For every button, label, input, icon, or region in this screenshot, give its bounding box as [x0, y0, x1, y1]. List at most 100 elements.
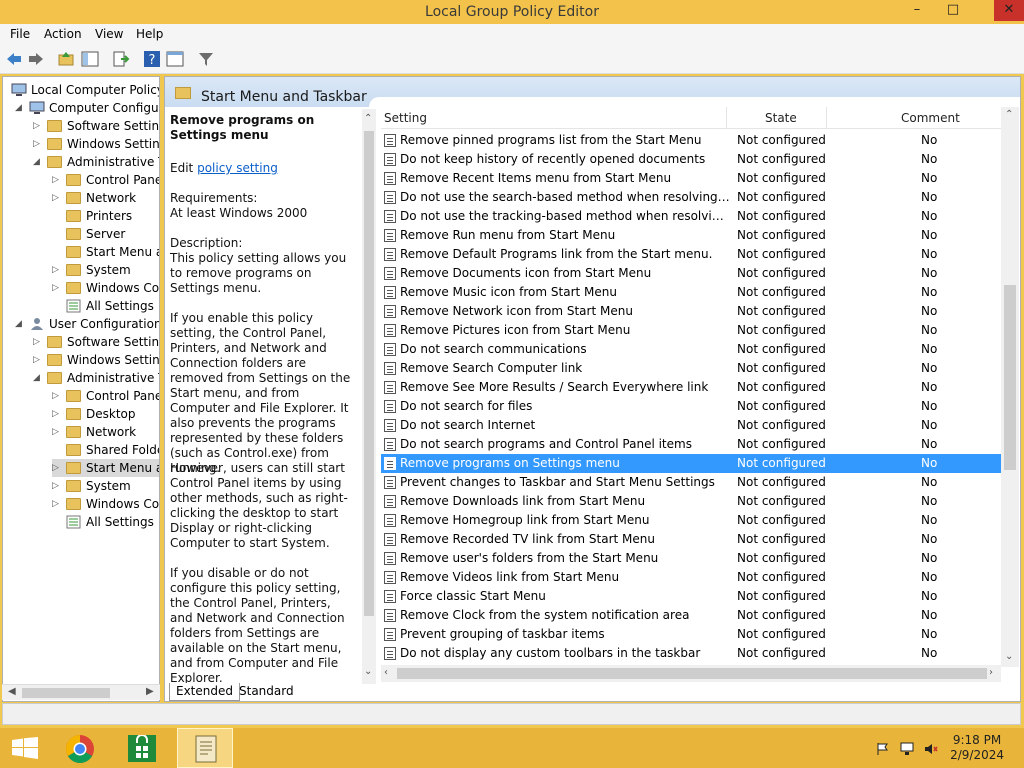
start-button[interactable] [0, 728, 56, 768]
network-icon[interactable] [900, 742, 914, 756]
properties-icon[interactable] [166, 50, 184, 68]
table-row[interactable]: Do not keep history of recently opened d… [381, 150, 1003, 169]
scroll-left-icon[interactable]: ◀ [8, 686, 16, 697]
expand-icon[interactable]: ▷ [52, 279, 62, 297]
forward-arrow-icon[interactable] [27, 50, 45, 68]
all-settings-icon [66, 515, 81, 529]
expand-icon[interactable]: ▷ [52, 171, 62, 189]
setting-name: Remove Videos link from Start Menu [400, 570, 620, 584]
close-button[interactable]: ✕ [994, 0, 1024, 21]
expand-icon[interactable]: ▷ [52, 405, 62, 423]
scroll-up-icon[interactable]: ⌃ [364, 113, 372, 124]
table-row[interactable]: Remove Default Programs link from the St… [381, 245, 1003, 264]
table-row[interactable]: Remove Documents icon from Start Menu Not… [381, 264, 1003, 283]
filter-icon[interactable] [197, 50, 215, 68]
description-scrollbar[interactable]: ⌃ ⌄ [362, 109, 376, 684]
expand-icon[interactable]: ▷ [52, 477, 62, 495]
folder-icon [47, 372, 62, 384]
collapse-icon[interactable]: ◢ [33, 153, 43, 171]
table-row[interactable]: Remove pinned programs list from the Sta… [381, 131, 1003, 150]
taskbar-store[interactable] [115, 728, 171, 768]
column-header-comment[interactable]: Comment [901, 111, 960, 125]
list-vertical-scrollbar[interactable]: ⌃ ⌄ [1001, 107, 1019, 667]
tree-item-user-start-menu-and-taskbar[interactable]: ▷ Start Menu ar [52, 459, 159, 477]
up-folder-icon[interactable] [57, 50, 75, 68]
table-row[interactable]: Remove Recent Items menu from Start Menu… [381, 169, 1003, 188]
scrollbar-thumb[interactable] [397, 668, 987, 679]
tab-standard[interactable]: Standard [233, 683, 300, 701]
expand-icon[interactable]: ▷ [52, 261, 62, 279]
column-header-setting[interactable]: Setting [384, 111, 427, 125]
edit-policy-setting-link[interactable]: policy setting [197, 161, 278, 175]
maximize-button[interactable]: □ [938, 0, 968, 21]
tab-extended[interactable]: Extended [169, 683, 240, 701]
table-row[interactable]: Remove Network icon from Start Menu Not c… [381, 302, 1003, 321]
table-row[interactable]: Remove Homegroup link from Start Menu Not… [381, 511, 1003, 530]
table-row[interactable]: Do not search Internet Not configured No [381, 416, 1003, 435]
menu-view[interactable]: View [95, 27, 123, 41]
table-row[interactable]: Do not search programs and Control Panel… [381, 435, 1003, 454]
back-arrow-icon[interactable] [5, 50, 23, 68]
table-row[interactable]: Force classic Start Menu Not configured No [381, 587, 1003, 606]
help-icon[interactable]: ? [143, 50, 161, 68]
show-hide-tree-icon[interactable] [81, 50, 99, 68]
column-divider[interactable] [826, 107, 827, 129]
scroll-down-icon[interactable]: ⌄ [1005, 651, 1013, 662]
table-row[interactable]: Remove Run menu from Start Menu Not confi… [381, 226, 1003, 245]
table-row[interactable]: Do not display any custom toolbars in th… [381, 644, 1003, 663]
table-row[interactable]: Remove Clock from the system notificatio… [381, 606, 1003, 625]
menu-help[interactable]: Help [136, 27, 163, 41]
table-row[interactable]: Remove Downloads link from Start Menu Not… [381, 492, 1003, 511]
scrollbar-thumb[interactable] [364, 131, 374, 616]
collapse-icon[interactable]: ◢ [15, 315, 25, 333]
table-row[interactable]: Do not use the search-based method when … [381, 188, 1003, 207]
expand-icon[interactable]: ▷ [33, 117, 43, 135]
table-row[interactable]: Remove Pictures icon from Start Menu Not … [381, 321, 1003, 340]
description-paragraph: If you enable this policy setting, the C… [170, 311, 351, 475]
expand-icon[interactable]: ▷ [33, 135, 43, 153]
system-clock[interactable]: 9:18 PM 2/9/2024 [950, 733, 1004, 763]
setting-state: Not configured [737, 399, 826, 413]
taskbar-policy-editor[interactable] [177, 728, 233, 768]
tree-horizontal-scrollbar[interactable]: ◀ ▶ [2, 684, 160, 700]
expand-icon[interactable]: ▷ [52, 459, 62, 477]
table-row[interactable]: Remove user's folders from the Start Men… [381, 549, 1003, 568]
table-row[interactable]: Remove programs on Settings menu Not conf… [381, 454, 1003, 473]
speaker-muted-icon[interactable] [924, 742, 938, 756]
column-divider[interactable] [726, 107, 727, 129]
scrollbar-thumb[interactable] [1004, 285, 1016, 470]
scroll-right-icon[interactable]: › [989, 667, 993, 678]
table-row[interactable]: Do not search communications Not configur… [381, 340, 1003, 359]
table-row[interactable]: Prevent grouping of taskbar items Not con… [381, 625, 1003, 644]
expand-icon[interactable]: ▷ [52, 387, 62, 405]
collapse-icon[interactable]: ◢ [33, 369, 43, 387]
table-row[interactable]: Do not search for files Not configured No [381, 397, 1003, 416]
table-row[interactable]: Remove Recorded TV link from Start Menu N… [381, 530, 1003, 549]
list-horizontal-scrollbar[interactable]: ‹ › [381, 665, 1001, 682]
minimize-button[interactable]: – [902, 0, 932, 21]
scroll-left-icon[interactable]: ‹ [384, 667, 388, 678]
table-row[interactable]: Remove Search Computer link Not configure… [381, 359, 1003, 378]
collapse-icon[interactable]: ◢ [15, 99, 25, 117]
menu-action[interactable]: Action [44, 27, 82, 41]
expand-icon[interactable]: ▷ [52, 495, 62, 513]
expand-icon[interactable]: ▷ [33, 333, 43, 351]
table-row[interactable]: Do not use the tracking-based method whe… [381, 207, 1003, 226]
export-list-icon[interactable] [112, 50, 130, 68]
expand-icon[interactable]: ▷ [52, 423, 62, 441]
scroll-down-icon[interactable]: ⌄ [364, 666, 372, 677]
expand-icon[interactable]: ▷ [52, 189, 62, 207]
menu-file[interactable]: File [10, 27, 30, 41]
column-header-state[interactable]: State [765, 111, 797, 125]
taskbar-chrome[interactable] [53, 728, 109, 768]
setting-comment: No [921, 418, 938, 432]
table-row[interactable]: Remove See More Results / Search Everywh… [381, 378, 1003, 397]
action-center-flag-icon[interactable] [876, 742, 890, 756]
table-row[interactable]: Remove Music icon from Start Menu Not con… [381, 283, 1003, 302]
table-row[interactable]: Remove Videos link from Start Menu Not co… [381, 568, 1003, 587]
expand-icon[interactable]: ▷ [33, 351, 43, 369]
scrollbar-thumb[interactable] [22, 688, 110, 698]
table-row[interactable]: Prevent changes to Taskbar and Start Men… [381, 473, 1003, 492]
scroll-right-icon[interactable]: ▶ [146, 686, 154, 697]
scroll-up-icon[interactable]: ⌃ [1005, 109, 1013, 120]
